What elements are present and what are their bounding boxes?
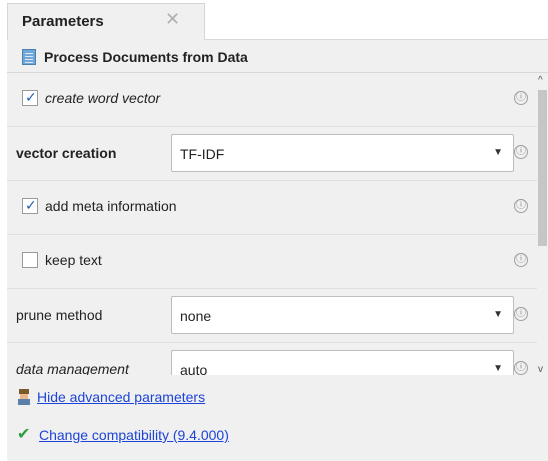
- parameter-list: create word vector ⓘ vector creation TF-…: [7, 73, 537, 375]
- data-management-select[interactable]: auto ▼: [171, 350, 514, 375]
- param-row-keep-text: keep text ⓘ: [7, 235, 537, 289]
- scroll-down-icon[interactable]: v: [538, 364, 543, 375]
- parameters-footer: Hide advanced parameters ✔ Change compat…: [7, 375, 548, 461]
- param-row-create-word-vector: create word vector ⓘ: [7, 73, 537, 127]
- info-icon[interactable]: ⓘ: [514, 145, 528, 159]
- chevron-down-icon[interactable]: ▼: [493, 147, 503, 158]
- chevron-down-icon[interactable]: ▼: [493, 309, 503, 320]
- keep-text-checkbox[interactable]: [22, 252, 38, 268]
- info-icon[interactable]: ⓘ: [514, 253, 528, 267]
- keep-text-label: keep text: [45, 252, 102, 268]
- wizard-icon: [17, 389, 31, 405]
- tab-parameters[interactable]: Parameters ✕: [7, 3, 205, 40]
- chevron-down-icon[interactable]: ▼: [493, 363, 503, 374]
- operator-header: Process Documents from Data: [7, 40, 548, 73]
- tab-label: Parameters: [22, 13, 104, 30]
- vector-creation-value: TF-IDF: [180, 146, 225, 162]
- create-word-vector-checkbox-wrap[interactable]: create word vector: [22, 89, 161, 106]
- scrollbar-thumb[interactable]: [538, 90, 547, 246]
- create-word-vector-label: create word vector: [45, 90, 161, 106]
- prune-method-label: prune method: [16, 307, 103, 323]
- parameters-panel: Process Documents from Data create word …: [7, 40, 548, 461]
- change-compatibility-link[interactable]: ✔ Change compatibility (9.4.000): [17, 426, 229, 444]
- data-management-value: auto: [180, 362, 208, 375]
- info-icon[interactable]: ⓘ: [514, 199, 528, 213]
- checkmark-icon: ✔: [17, 426, 31, 443]
- document-icon: [22, 49, 36, 65]
- param-row-add-meta-information: add meta information ⓘ: [7, 181, 537, 235]
- operator-title: Process Documents from Data: [44, 49, 248, 65]
- tab-bar: Parameters ✕: [0, 0, 548, 40]
- scroll-up-icon[interactable]: ^: [538, 75, 543, 86]
- vector-creation-label: vector creation: [16, 145, 117, 161]
- hide-advanced-parameters-label[interactable]: Hide advanced parameters: [37, 389, 205, 405]
- prune-method-value: none: [180, 308, 212, 324]
- prune-method-select[interactable]: none ▼: [171, 296, 514, 334]
- close-icon[interactable]: ✕: [165, 9, 180, 30]
- info-icon[interactable]: ⓘ: [514, 307, 528, 321]
- change-compatibility-label[interactable]: Change compatibility (9.4.000): [39, 427, 229, 443]
- vertical-scrollbar[interactable]: ^ v: [537, 73, 548, 375]
- param-row-data-management: data management auto ▼ ⓘ: [7, 343, 537, 375]
- data-management-label: data management: [16, 361, 129, 375]
- add-meta-information-checkbox[interactable]: [22, 197, 38, 214]
- info-icon[interactable]: ⓘ: [514, 361, 528, 375]
- add-meta-information-label: add meta information: [45, 198, 177, 214]
- param-row-prune-method: prune method none ▼ ⓘ: [7, 289, 537, 343]
- info-icon[interactable]: ⓘ: [514, 91, 528, 105]
- hide-advanced-parameters-link[interactable]: Hide advanced parameters: [17, 389, 205, 405]
- param-row-vector-creation: vector creation TF-IDF ▼ ⓘ: [7, 127, 537, 181]
- vector-creation-select[interactable]: TF-IDF ▼: [171, 134, 514, 172]
- keep-text-checkbox-wrap[interactable]: keep text: [22, 252, 102, 268]
- create-word-vector-checkbox[interactable]: [22, 89, 38, 106]
- add-meta-information-checkbox-wrap[interactable]: add meta information: [22, 197, 177, 214]
